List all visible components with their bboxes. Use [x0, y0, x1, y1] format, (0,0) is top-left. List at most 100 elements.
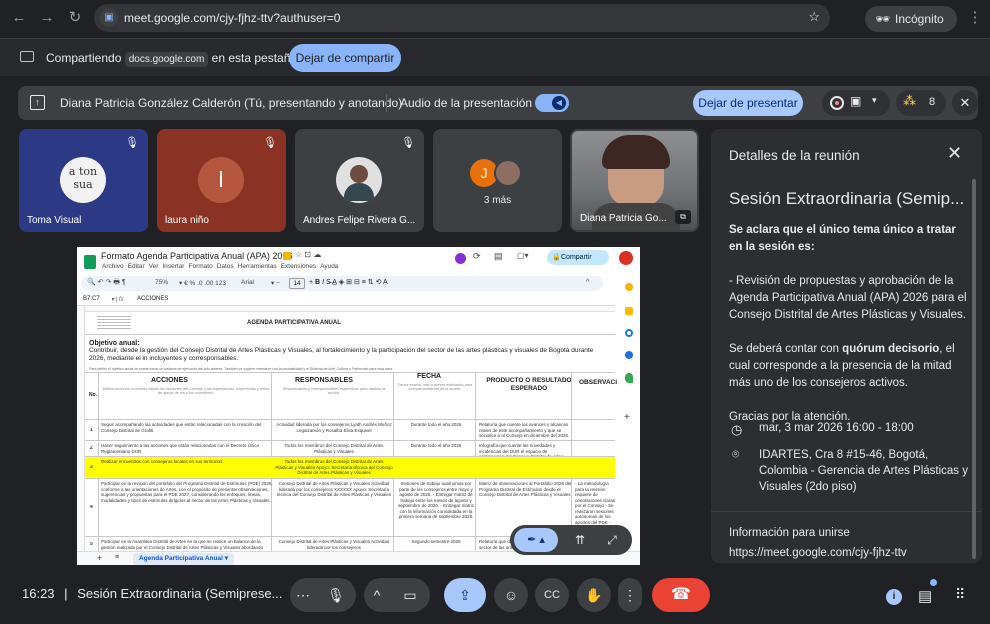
- menu-ver[interactable]: Ver: [149, 263, 159, 270]
- reload-icon[interactable]: ↻: [66, 9, 84, 27]
- menu-extensiones[interactable]: Extensiones: [281, 263, 316, 270]
- contacts-side-icon[interactable]: [625, 351, 633, 359]
- recording-controls[interactable]: ▣ ▾: [822, 90, 890, 116]
- cell-fecha[interactable]: Segundo semestre 2026: [397, 539, 475, 545]
- chat-icon[interactable]: ▤: [918, 587, 932, 605]
- cell-producto[interactable]: Relatoría que cuente los avances y alcan…: [479, 422, 573, 439]
- meeting-details-icon[interactable]: i: [886, 589, 902, 605]
- chevron-down-icon[interactable]: ▾: [872, 95, 877, 106]
- cell-accion[interactable]: Seguir acompañando las actividades que e…: [101, 422, 273, 433]
- cell-resp[interactable]: Consejo Distrital de Artes Plásticas y V…: [275, 481, 393, 498]
- browser-menu-icon[interactable]: ⋮: [966, 9, 984, 27]
- cell-resp[interactable]: Todos los miembros del Consejo Distrital…: [275, 443, 393, 454]
- cell-resp[interactable]: Consejo Distrital de Artes Plásticas y V…: [275, 539, 393, 550]
- incognito-badge[interactable]: 🕶 Incógnito: [865, 6, 957, 32]
- back-icon[interactable]: ←: [10, 9, 28, 27]
- comments-icon[interactable]: ▤: [494, 251, 503, 262]
- star-icon[interactable]: ☆ ⊡ ☁: [295, 250, 321, 259]
- close-panel-icon[interactable]: ✕: [947, 143, 962, 164]
- captions-icon[interactable]: CC: [535, 578, 569, 612]
- activities-icon[interactable]: ⠿: [955, 586, 965, 603]
- cell-accion[interactable]: Participar en la Asamblea Distrital de A…: [101, 539, 273, 550]
- participant-tile-more[interactable]: J 3 más: [433, 129, 562, 232]
- cell-accion[interactable]: Realizar encuentros con consejeros local…: [101, 459, 273, 465]
- record-icon[interactable]: [830, 96, 844, 110]
- doc-title[interactable]: Formato Agenda Participativa Anual (APA)…: [101, 251, 292, 261]
- site-info-icon[interactable]: ▣: [100, 9, 118, 27]
- cell-no[interactable]: 1: [90, 428, 100, 434]
- menu-formato[interactable]: Formato: [188, 263, 212, 270]
- cell-accion[interactable]: Hacer seguimiento a las acciones que est…: [101, 443, 273, 454]
- collapse-toolbar-icon[interactable]: ^: [586, 279, 589, 286]
- table-row[interactable]: 3 Realizar encuentros con consejeros loca…: [85, 456, 615, 478]
- sheet-tab-apa[interactable]: Agenda Participativa Anual ▾: [133, 553, 234, 565]
- menu-insertar[interactable]: Insertar: [162, 263, 184, 270]
- address-bar[interactable]: ▣ meet.google.com/cjy-fjhz-ttv?authuser=…: [94, 4, 830, 32]
- share-button[interactable]: 🔒 Compartir: [547, 250, 609, 265]
- font-size-minus[interactable]: ▾ −: [271, 279, 280, 287]
- cell-resp[interactable]: Todos los miembros del Consejo Distrital…: [275, 459, 393, 476]
- more-mic-options-icon[interactable]: ⋯: [290, 578, 316, 612]
- meet-chip-icon[interactable]: [455, 253, 466, 264]
- camera-icon[interactable]: ▭: [390, 578, 430, 612]
- address-url[interactable]: meet.google.com/cjy-fjhz-ttv?authuser=0: [124, 11, 340, 25]
- join-url[interactable]: https://meet.google.com/cjy-fjhz-ttv: [729, 547, 907, 559]
- microphone-icon[interactable]: 🎙: [316, 578, 356, 612]
- people-counter[interactable]: ⁂ 8: [896, 90, 946, 116]
- tile-options-icon[interactable]: ⧉: [675, 210, 691, 224]
- stop-sharing-button[interactable]: Dejar de compartir: [289, 44, 401, 72]
- participant-tile-laura[interactable]: 🎙 l laura niño: [157, 129, 286, 232]
- add-addon-icon[interactable]: +: [624, 412, 630, 423]
- all-sheets-icon[interactable]: ≡: [115, 554, 119, 561]
- cell-no[interactable]: 5: [90, 542, 100, 548]
- camera-options-icon[interactable]: ^: [364, 578, 390, 612]
- participant-tile-toma-visual[interactable]: 🎙 a ton sua Toma Visual: [19, 129, 148, 232]
- table-row[interactable]: 1 Seguir acompañando las actividades que …: [85, 419, 615, 440]
- annotation-cursor-icon[interactable]: ⇈: [568, 528, 592, 552]
- stop-presenting-button[interactable]: Dejar de presentar: [693, 90, 803, 116]
- cell-fecha[interactable]: Durante todo el año 2026: [397, 422, 475, 428]
- present-screen-icon[interactable]: ⇪: [444, 578, 486, 612]
- pen-tool-button[interactable]: ✒ ▴: [514, 528, 558, 552]
- presentation-audio-toggle[interactable]: ◀: [535, 94, 569, 112]
- cell-producto[interactable]: Matriz de observaciones al Portafolio 20…: [479, 481, 573, 498]
- emoji-icon[interactable]: ☺: [494, 578, 528, 612]
- participant-tile-andres[interactable]: 🎙 Andres Felipe Rivera G...: [295, 129, 424, 232]
- cell-accion[interactable]: Participar en la revisión del portafolio…: [101, 481, 273, 503]
- cell-no[interactable]: 3: [90, 465, 100, 471]
- meet-icon[interactable]: ▢▾: [517, 251, 529, 260]
- leave-call-icon[interactable]: ☎: [652, 578, 710, 612]
- account-avatar[interactable]: [619, 251, 633, 265]
- menu-datos[interactable]: Datos: [217, 263, 234, 270]
- cell-no[interactable]: 4: [90, 505, 100, 511]
- font-select[interactable]: Arial: [241, 279, 254, 286]
- menu-editar[interactable]: Editar: [128, 263, 145, 270]
- menu-archivo[interactable]: Archivo: [102, 263, 124, 270]
- expand-icon[interactable]: ⤢: [600, 528, 624, 552]
- table-row[interactable]: 2 Hacer seguimiento a las acciones que es…: [85, 440, 615, 456]
- cell-reference[interactable]: B7:C7: [83, 296, 100, 302]
- menu-herramientas[interactable]: Herramientas: [238, 263, 277, 270]
- calendar-side-icon[interactable]: [625, 283, 633, 291]
- pin-off-icon[interactable]: ✕: [952, 90, 978, 116]
- toolbar-icons[interactable]: 🔍 ↶ ↷ 🖶 ¶: [87, 278, 126, 289]
- cell-producto[interactable]: Infografía que cuente las novedades y in…: [479, 443, 573, 456]
- keep-side-icon[interactable]: [625, 307, 633, 315]
- maps-side-icon[interactable]: [625, 373, 633, 383]
- tasks-side-icon[interactable]: [625, 329, 633, 337]
- cell-resp[interactable]: Actividad liderada por los consejeros Ly…: [275, 422, 393, 433]
- panel-scrollbar[interactable]: [972, 179, 976, 559]
- screen-record-icon[interactable]: ▣: [850, 94, 861, 108]
- raise-hand-icon[interactable]: ✋: [577, 578, 611, 612]
- zoom-select[interactable]: 75%: [155, 279, 168, 286]
- forward-icon[interactable]: →: [38, 9, 56, 27]
- cell-fecha[interactable]: Sesiones de trabajo autónomas por parte …: [397, 481, 475, 520]
- participant-tile-diana[interactable]: Diana Patricia Go... ⧉: [570, 129, 699, 232]
- number-format-icons[interactable]: ▾ € % .0 .00 123: [179, 279, 226, 287]
- font-size-input[interactable]: 14: [289, 278, 305, 289]
- more-options-icon[interactable]: ⋮: [618, 578, 642, 612]
- text-format-icons[interactable]: + B I S̶ A̲ ◈ ⊞ ⊟ ≡ ⇅ ⟲ A: [309, 278, 388, 286]
- formula-input[interactable]: ACCIONES: [137, 296, 168, 302]
- bookmark-star-icon[interactable]: ☆: [808, 9, 820, 25]
- add-sheet-icon[interactable]: +: [97, 553, 102, 563]
